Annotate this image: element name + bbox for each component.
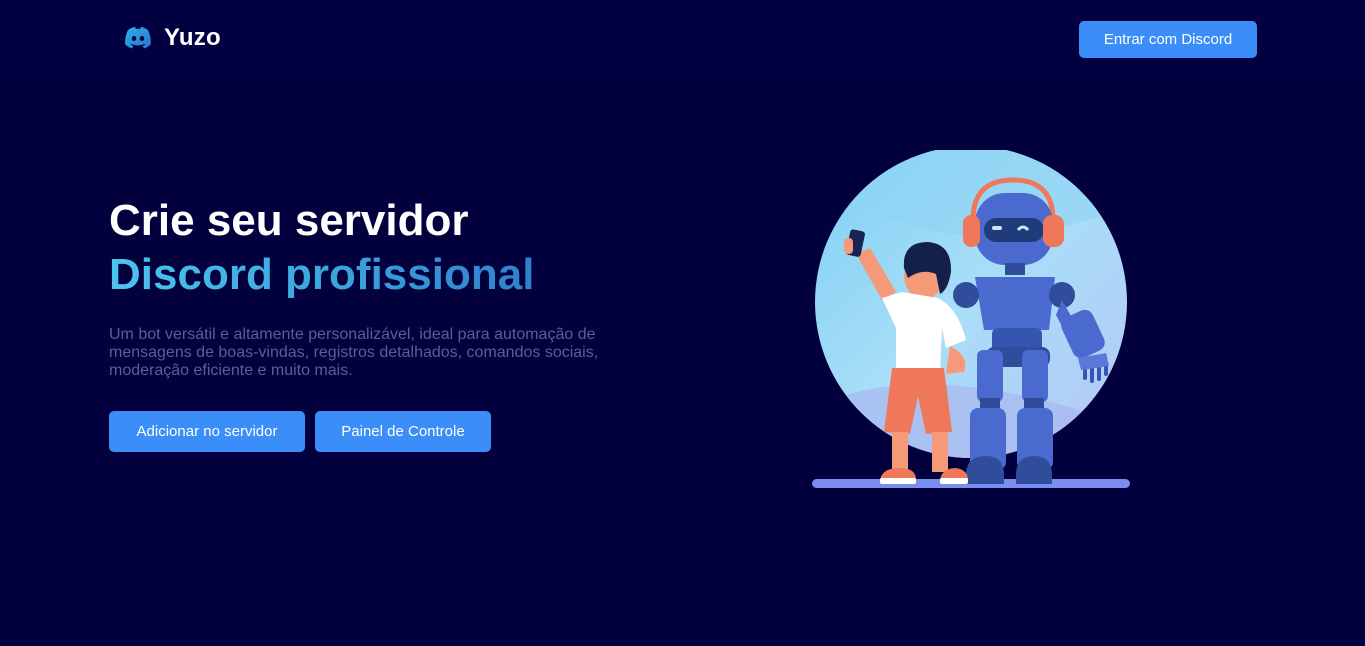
navbar: Yuzo Entrar com Discord <box>0 0 1365 80</box>
discord-logo-icon <box>125 27 151 49</box>
hero-title-line-1: Crie seu servidor <box>109 196 469 245</box>
landing-page: Yuzo Entrar com Discord Crie seu servido… <box>0 0 1365 646</box>
add-to-server-button[interactable]: Adicionar no servidor <box>109 411 305 452</box>
hero-illustration <box>812 150 1130 488</box>
hero-description: Um bot versátil e altamente personalizáv… <box>109 326 599 379</box>
control-panel-button[interactable]: Painel de Controle <box>315 411 491 452</box>
brand-name: Yuzo <box>164 24 221 51</box>
hero-title-line-2: Discord profissional <box>109 250 535 299</box>
login-with-discord-button[interactable]: Entrar com Discord <box>1079 21 1257 58</box>
brand-logo-link[interactable]: Yuzo <box>122 22 221 54</box>
